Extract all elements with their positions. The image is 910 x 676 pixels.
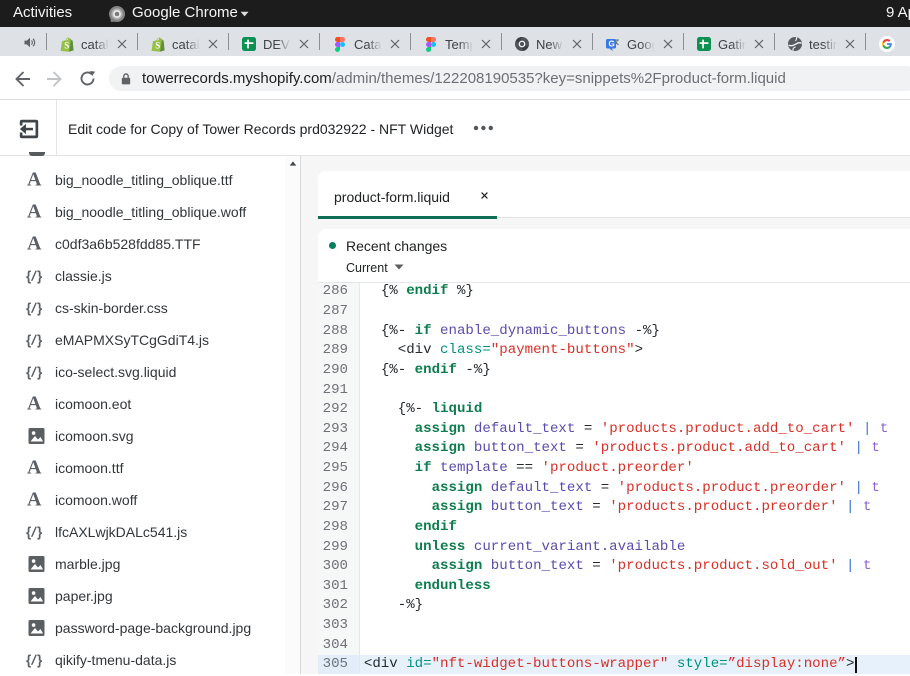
svg-text:G: G (609, 39, 615, 48)
svg-text:S: S (64, 41, 69, 51)
svg-text:S: S (155, 41, 160, 51)
